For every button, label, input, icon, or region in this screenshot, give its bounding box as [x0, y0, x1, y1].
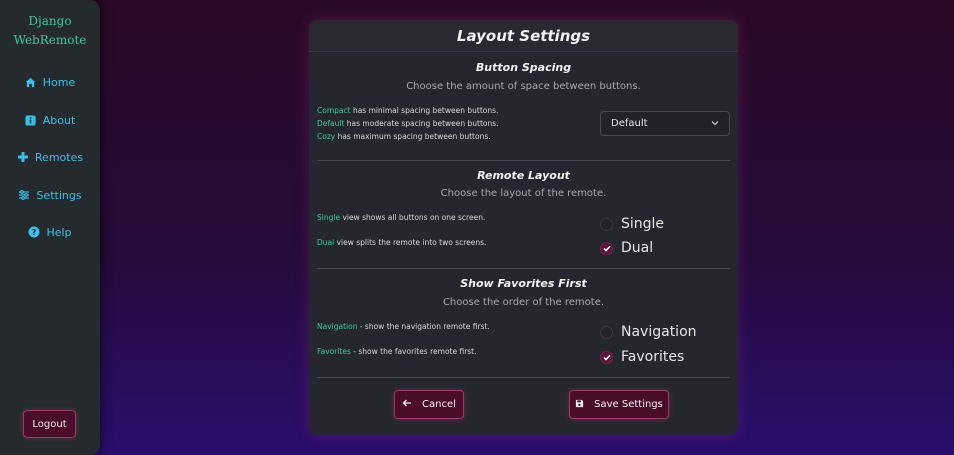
favorites-option-navigation[interactable]: Navigation: [600, 322, 697, 342]
spacing-help-compact: Compact has minimal spacing between butt…: [317, 106, 499, 115]
save-settings-button[interactable]: Save Settings: [569, 390, 669, 419]
sidebar-item-settings[interactable]: Settings: [0, 184, 100, 206]
page-title: Layout Settings: [456, 26, 591, 45]
save-icon: [575, 399, 584, 411]
logout-button[interactable]: Logout: [23, 410, 76, 438]
sidebar-item-label: Home: [42, 75, 76, 89]
sidebar-item-label: About: [42, 113, 76, 127]
home-icon: [25, 76, 37, 88]
layout-option-dual[interactable]: Dual: [600, 238, 653, 258]
layout-title: Remote Layout: [477, 169, 570, 182]
layout-help-single: Single view shows all buttons on one scr…: [317, 213, 486, 222]
sidebar-item-home[interactable]: Home: [0, 71, 100, 93]
layout-option-label: Dual: [621, 240, 654, 256]
favorites-option-label: Navigation: [621, 324, 697, 340]
spacing-title: Button Spacing: [475, 61, 572, 74]
layout-help-dual: Dual view splits the remote into two scr…: [317, 238, 487, 247]
sidebar-item-label: Settings: [36, 188, 82, 202]
chevron-down-icon: [711, 118, 719, 129]
svg-text:?: ?: [32, 228, 37, 237]
layout-description: Choose the layout of the remote.: [440, 188, 607, 199]
sidebar-item-about[interactable]: About: [0, 109, 100, 131]
layout-option-single[interactable]: Single: [600, 214, 664, 234]
save-label: Save Settings: [594, 399, 663, 410]
spacing-description: Choose the amount of space between butto…: [406, 81, 641, 92]
brand-line-1: Django: [28, 14, 72, 28]
brand[interactable]: Django WebRemote: [0, 12, 100, 50]
sidebar-item-remotes[interactable]: Remotes: [0, 146, 100, 168]
spacing-select[interactable]: Default: [600, 111, 730, 136]
favorites-description: Choose the order of the remote.: [442, 297, 605, 308]
spacing-help-cozy: Cozy has maximum spacing between buttons…: [317, 132, 491, 141]
divider: [317, 377, 730, 378]
sidebar: Django WebRemote Home About Remotes Sett…: [0, 0, 100, 455]
favorites-title: Show Favorites First: [460, 277, 587, 290]
arrow-left-icon: [402, 399, 412, 410]
favorites-help-navigation: Navigation - show the navigation remote …: [317, 322, 490, 331]
info-icon: [25, 114, 37, 126]
favorites-option-favorites[interactable]: Favorites: [600, 347, 684, 367]
radio-checked-icon[interactable]: [600, 350, 613, 364]
radio-checked-icon[interactable]: [600, 241, 613, 255]
cancel-button[interactable]: Cancel: [394, 390, 464, 419]
settings-card: Layout Settings Button Spacing Choose th…: [309, 20, 738, 435]
spacing-select-value: Default: [611, 118, 648, 129]
brand-line-2: WebRemote: [13, 33, 87, 47]
divider: [317, 268, 730, 269]
sidebar-item-help[interactable]: ? Help: [0, 221, 100, 243]
sidebar-item-label: Remotes: [34, 150, 84, 164]
spacing-help-default: Default has moderate spacing between but…: [317, 119, 499, 128]
favorites-help-favorites: Favorites - show the favorites remote fi…: [317, 347, 477, 356]
radio-unchecked-icon[interactable]: [600, 325, 613, 339]
divider: [317, 160, 730, 161]
favorites-option-label: Favorites: [621, 349, 685, 365]
sidebar-item-label: Help: [46, 225, 72, 239]
card-header: Layout Settings: [309, 20, 738, 52]
layout-option-label: Single: [621, 216, 665, 232]
gamepad-icon: [17, 151, 29, 163]
question-icon: ?: [28, 226, 40, 238]
sliders-icon: [18, 189, 30, 201]
cancel-label: Cancel: [422, 399, 456, 410]
radio-unchecked-icon[interactable]: [600, 217, 613, 231]
